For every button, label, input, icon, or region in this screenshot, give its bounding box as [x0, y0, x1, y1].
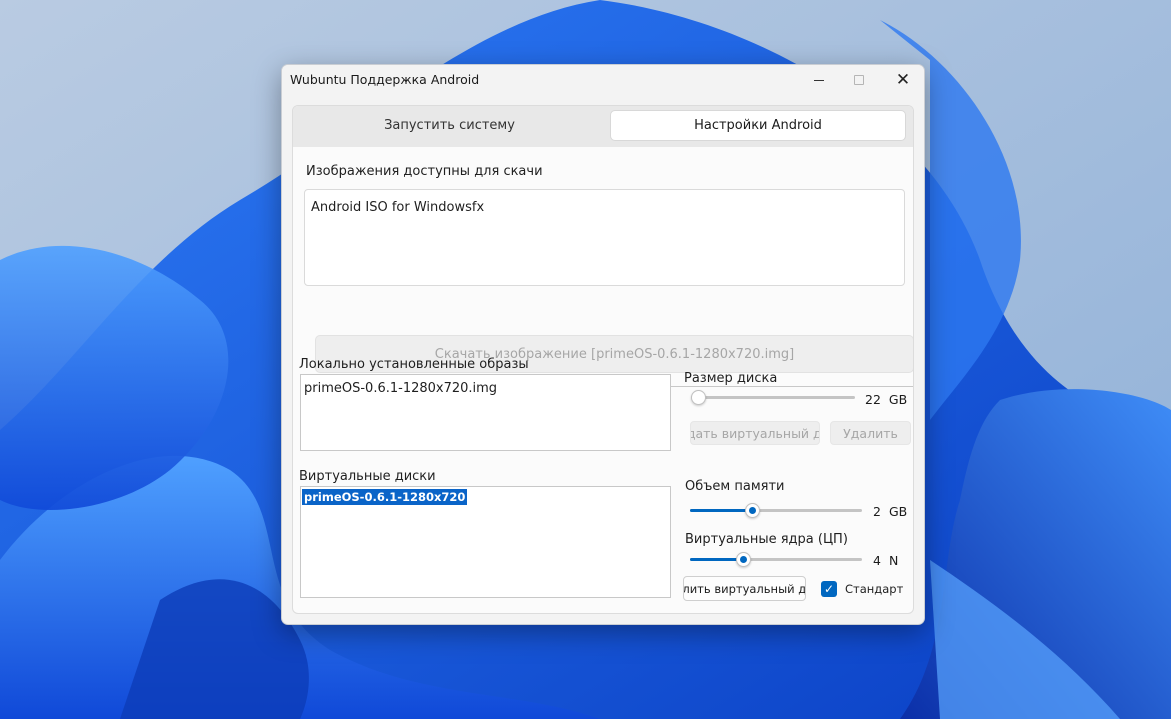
slider-fill: [690, 509, 753, 512]
slider-thumb[interactable]: [735, 552, 751, 567]
minimize-button[interactable]: [797, 65, 841, 95]
local-images-label: Локально установленные образы: [299, 357, 529, 372]
delete-button[interactable]: Удалить: [830, 421, 911, 445]
tab-bar: Запустить систему Настройки Android: [293, 106, 913, 147]
disk-size-label: Размер диска: [684, 371, 778, 386]
settings-panel: Запустить систему Настройки Android Изоб…: [292, 105, 914, 614]
create-virtual-disk-button[interactable]: здать виртуальный ди: [690, 421, 820, 445]
delete-virtual-disk-button[interactable]: алить виртуальный ди: [683, 576, 806, 601]
app-window: Wubuntu Поддержка Android ✕ Запустить си…: [281, 64, 925, 625]
maximize-icon: [854, 75, 864, 85]
virtual-disks-label: Виртуальные диски: [299, 469, 436, 484]
maximize-button[interactable]: [837, 65, 881, 95]
title-bar[interactable]: Wubuntu Поддержка Android ✕: [282, 65, 924, 95]
slider-track: [691, 396, 855, 399]
download-section-label: Изображения доступны для скачи: [306, 164, 543, 179]
default-checkbox[interactable]: ✓: [821, 581, 837, 597]
virtual-disks-list[interactable]: primeOS-0.6.1-1280x720: [300, 486, 671, 598]
slider-thumb[interactable]: [744, 503, 760, 518]
close-icon: ✕: [895, 69, 911, 90]
checkmark-icon: ✓: [823, 582, 835, 596]
list-item[interactable]: primeOS-0.6.1-1280x720.img: [304, 381, 497, 396]
minimize-icon: [814, 79, 824, 81]
list-item[interactable]: Android ISO for Windowsfx: [311, 200, 484, 215]
disk-size-value: 22 GB: [865, 392, 908, 407]
memory-slider[interactable]: [690, 503, 862, 518]
memory-value: 2 GB: [873, 504, 908, 519]
download-images-list[interactable]: Android ISO for Windowsfx: [304, 189, 905, 286]
local-images-list[interactable]: primeOS-0.6.1-1280x720.img: [300, 374, 671, 451]
default-checkbox-label: Стандарт: [845, 582, 904, 596]
window-title: Wubuntu Поддержка Android: [290, 72, 480, 87]
close-button[interactable]: ✕: [881, 65, 924, 95]
cores-value: 4 N: [873, 553, 899, 568]
list-item-selected[interactable]: primeOS-0.6.1-1280x720: [302, 489, 468, 505]
cores-label: Виртуальные ядра (ЦП): [685, 532, 848, 547]
memory-label: Объем памяти: [685, 479, 785, 494]
cores-slider[interactable]: [690, 552, 862, 567]
tab-launch-system[interactable]: Запустить систему: [297, 110, 602, 141]
tab-android-settings[interactable]: Настройки Android: [610, 110, 906, 141]
disk-size-slider[interactable]: [691, 390, 855, 405]
slider-thumb[interactable]: [691, 390, 706, 405]
